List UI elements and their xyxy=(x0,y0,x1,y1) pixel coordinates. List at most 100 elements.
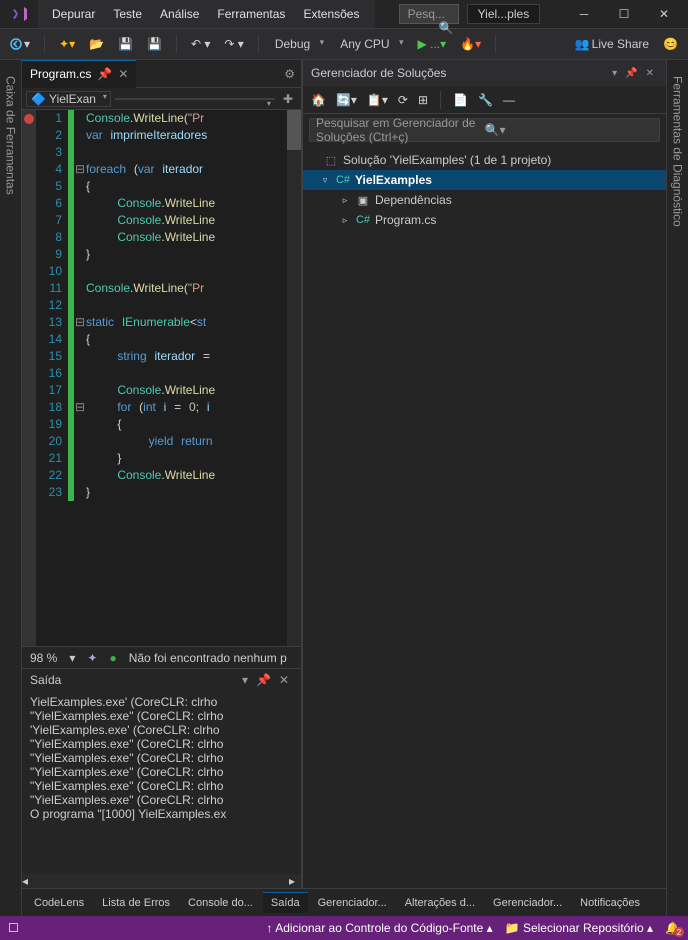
code-editor[interactable]: 1234567891011121314151617181920212223 ⊟⊟… xyxy=(22,110,301,646)
code-lines[interactable]: Console.WriteLine("Prvar imprimeIterador… xyxy=(86,110,301,646)
fold-toggle[interactable] xyxy=(74,348,86,365)
nav-scope-dropdown[interactable]: 🔷 YielExan xyxy=(26,91,111,107)
split-editor-icon[interactable]: ✚ xyxy=(279,92,297,106)
diagnostics-tab[interactable]: Ferramentas de Diagnóstico xyxy=(671,68,685,235)
menu-análise[interactable]: Análise xyxy=(152,3,207,25)
bottom-tab-3[interactable]: Saída xyxy=(263,892,308,913)
fold-toggle[interactable] xyxy=(74,144,86,161)
output-scrollbar-h[interactable]: ◂▸ xyxy=(22,874,301,888)
sol-brush-icon[interactable]: 📋▾ xyxy=(365,91,390,109)
expand-icon[interactable]: ▹ xyxy=(339,195,351,206)
redo-button[interactable]: ↷ ▾ xyxy=(220,35,247,53)
bottom-tab-5[interactable]: Alterações d... xyxy=(397,893,483,913)
fold-toggle[interactable]: ⊟ xyxy=(74,314,86,331)
undo-button[interactable]: ↶ ▾ xyxy=(187,35,214,53)
nav-member-dropdown[interactable] xyxy=(115,98,275,100)
fold-margin[interactable]: ⊟ ⊟ ⊟ xyxy=(74,110,86,646)
output-body[interactable]: YielExamples.exe' (CoreCLR: clrho"YielEx… xyxy=(22,691,301,874)
breakpoint-icon[interactable] xyxy=(24,114,34,124)
bottom-tab-6[interactable]: Gerenciador... xyxy=(485,893,570,913)
save-all-button[interactable]: 💾 xyxy=(143,35,166,53)
bottom-tab-0[interactable]: CodeLens xyxy=(26,893,92,913)
output-pin-icon[interactable]: 📌 xyxy=(252,673,275,687)
editor-settings-icon[interactable]: ⚙ xyxy=(278,67,301,81)
editor-scrollbar[interactable] xyxy=(287,110,301,646)
tab-close-icon[interactable]: ✕ xyxy=(118,67,128,81)
fold-toggle[interactable] xyxy=(74,195,86,212)
bottom-tab-1[interactable]: Lista de Erros xyxy=(94,893,178,913)
tree-project-node[interactable]: ▿ C# YielExamples xyxy=(303,170,666,190)
live-share-button[interactable]: 👥 Live Share xyxy=(571,35,653,53)
fold-toggle[interactable] xyxy=(74,110,86,127)
sol-filter-icon[interactable]: ⊞ xyxy=(416,91,430,109)
solexp-search[interactable]: Pesquisar em Gerenciador de Soluções (Ct… xyxy=(309,118,660,142)
project-selector[interactable]: Yiel...ples xyxy=(467,4,541,24)
output-dropdown-icon[interactable]: ▾ xyxy=(238,673,252,687)
feedback-button[interactable]: 😊 xyxy=(659,35,682,53)
sol-refresh-icon[interactable]: 🔧 xyxy=(476,91,495,109)
bottom-tab-7[interactable]: Notificações xyxy=(572,893,648,913)
notifications-icon[interactable]: 🔔 xyxy=(665,921,680,935)
fold-toggle[interactable] xyxy=(74,127,86,144)
menu-ferramentas[interactable]: Ferramentas xyxy=(209,3,293,25)
sol-showall-icon[interactable]: 📄 xyxy=(451,91,470,109)
fold-toggle[interactable] xyxy=(74,263,86,280)
menu-teste[interactable]: Teste xyxy=(105,3,150,25)
bottom-tab-4[interactable]: Gerenciador... xyxy=(310,893,395,913)
expand-icon[interactable]: ▹ xyxy=(339,215,351,226)
fold-toggle[interactable] xyxy=(74,450,86,467)
breakpoint-margin[interactable] xyxy=(22,110,36,646)
fold-toggle[interactable] xyxy=(74,297,86,314)
fold-toggle[interactable] xyxy=(74,382,86,399)
search-box[interactable]: Pesq... 🔍 xyxy=(399,4,459,24)
scroll-thumb[interactable] xyxy=(287,110,301,150)
solexp-dropdown-icon[interactable]: ▾ xyxy=(608,68,621,79)
toolbox-tab[interactable]: Caixa de Ferramentas xyxy=(4,68,18,203)
fold-toggle[interactable] xyxy=(74,467,86,484)
save-button[interactable]: 💾 xyxy=(114,35,137,53)
sol-home-icon[interactable]: 🏠 xyxy=(309,91,328,109)
minimize-button[interactable]: ─ xyxy=(564,0,604,28)
menu-extensões[interactable]: Extensões xyxy=(295,3,367,25)
fold-toggle[interactable] xyxy=(74,280,86,297)
fold-toggle[interactable]: ⊟ xyxy=(74,161,86,178)
solexp-pin-icon[interactable]: 📌 xyxy=(621,68,641,79)
fold-toggle[interactable] xyxy=(74,246,86,263)
tree-solution-node[interactable]: ⬚ Solução 'YielExamples' (1 de 1 projeto… xyxy=(303,150,666,170)
tree-file-node[interactable]: ▹ C# Program.cs xyxy=(303,210,666,230)
tab-pin-icon[interactable]: 📌 xyxy=(97,67,112,81)
tree-deps-node[interactable]: ▹ ▣ Dependências xyxy=(303,190,666,210)
expand-icon[interactable]: ▿ xyxy=(319,175,331,186)
open-file-button[interactable]: 📂 xyxy=(85,35,108,53)
fold-toggle[interactable] xyxy=(74,212,86,229)
solexp-close-icon[interactable]: ✕ xyxy=(642,68,658,79)
maximize-button[interactable]: ☐ xyxy=(604,0,644,28)
bottom-tab-2[interactable]: Console do... xyxy=(180,893,261,913)
fold-toggle[interactable] xyxy=(74,484,86,501)
zoom-dropdown-icon[interactable]: ▾ xyxy=(69,651,75,665)
start-button[interactable]: ▶ ...▾ xyxy=(414,35,451,53)
repo-selector-button[interactable]: 📁 Selecionar Repositório ▴ xyxy=(505,921,653,935)
sol-switch-icon[interactable]: 🔄▾ xyxy=(334,91,359,109)
fold-toggle[interactable] xyxy=(74,178,86,195)
back-nav-button[interactable]: ▾ xyxy=(6,35,34,53)
close-button[interactable]: ✕ xyxy=(644,0,684,28)
menu-depurar[interactable]: Depurar xyxy=(44,3,103,25)
editor-tab-program[interactable]: Program.cs 📌 ✕ xyxy=(22,60,136,88)
fold-toggle[interactable] xyxy=(74,433,86,450)
platform-dropdown[interactable]: Any CPU xyxy=(334,35,407,53)
fold-toggle[interactable] xyxy=(74,416,86,433)
source-control-button[interactable]: ↑ Adicionar ao Controle do Código-Fonte … xyxy=(267,921,493,935)
hot-reload-button[interactable]: 🔥▾ xyxy=(456,35,485,53)
fold-toggle[interactable] xyxy=(74,229,86,246)
fold-toggle[interactable] xyxy=(74,331,86,348)
fold-toggle[interactable] xyxy=(74,365,86,382)
zoom-level[interactable]: 98 % xyxy=(30,651,57,665)
intellicode-icon[interactable]: ✦ xyxy=(87,651,97,665)
new-item-button[interactable]: ✦▾ xyxy=(55,35,79,53)
output-close-icon[interactable]: ✕ xyxy=(275,673,293,687)
sol-props-icon[interactable]: — xyxy=(501,91,517,109)
config-dropdown[interactable]: Debug xyxy=(269,35,328,53)
fold-toggle[interactable]: ⊟ xyxy=(74,399,86,416)
sol-sync-icon[interactable]: ⟳ xyxy=(396,91,410,109)
